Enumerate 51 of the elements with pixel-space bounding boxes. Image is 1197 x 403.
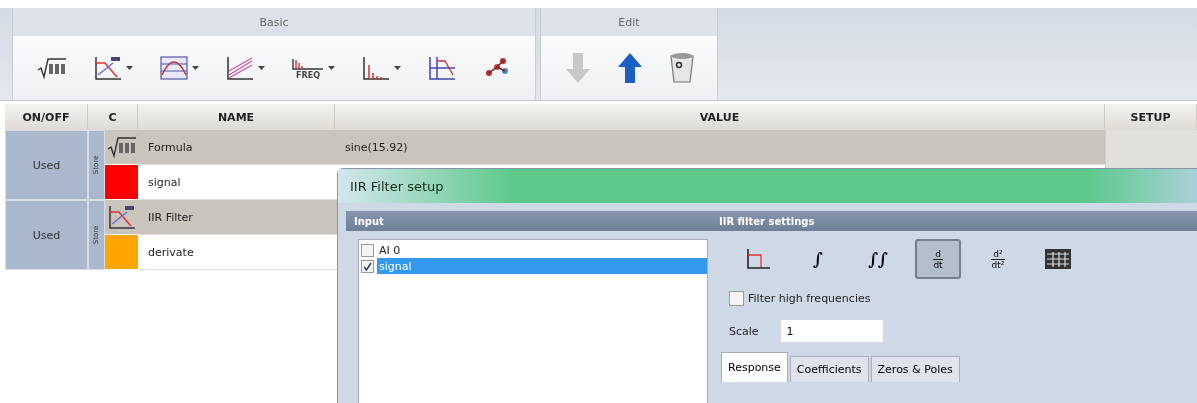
spectrum-icon (291, 56, 325, 71)
trash-icon (669, 52, 695, 84)
color-swatch[interactable] (105, 235, 138, 269)
mode-button[interactable]: d dt (915, 239, 961, 279)
checkbox[interactable] (361, 259, 374, 273)
group-label: Basic (13, 8, 535, 36)
tab[interactable]: Response (721, 352, 788, 382)
column-header: VALUE (335, 104, 1105, 130)
caret-icon (394, 66, 401, 70)
checkbox[interactable] (361, 243, 374, 257)
value-cell: sine(15.92) (335, 130, 1105, 165)
lowpass-icon (745, 247, 771, 271)
dialog-title: IIR Filter setup (338, 169, 1197, 203)
list-item[interactable]: AI 0 (377, 242, 707, 258)
toolbar-button[interactable]: FREQ (285, 52, 341, 84)
spectrum-graph-icon (361, 55, 391, 81)
up-arrow-icon (617, 51, 643, 85)
column-header: SETUP (1105, 104, 1197, 130)
mode-button[interactable]: ∫ (795, 239, 841, 279)
field-label: Scale (729, 324, 759, 338)
panel-header: Input (346, 211, 711, 231)
caret-icon (328, 66, 335, 70)
color-swatch[interactable] (105, 165, 138, 199)
mode-button[interactable]: d² dt² (975, 239, 1021, 279)
filter-graph-icon (106, 204, 137, 230)
column-header: C (88, 104, 138, 130)
name-cell: Formula (138, 130, 335, 165)
column-header: NAME (138, 104, 335, 130)
scale-field[interactable]: 1 (780, 320, 883, 342)
caret-icon (126, 66, 133, 70)
caret-icon (192, 66, 199, 70)
grid-icon (1044, 248, 1072, 270)
status-cell[interactable]: Used (5, 130, 88, 200)
square-root-icon (106, 135, 137, 159)
checkbox-label: Filter high frequencies (748, 292, 871, 305)
checkbox[interactable] (729, 291, 744, 306)
bode-graph-icon (427, 55, 457, 81)
caret-icon (258, 66, 265, 70)
name-cell: IIR Filter (138, 200, 335, 235)
down-arrow-icon (565, 51, 591, 85)
mode-button[interactable]: ∫∫ (855, 239, 901, 279)
group-label: Edit (541, 8, 717, 36)
panel-header: IIR filter settings (711, 211, 1197, 231)
filter-graph-icon (93, 55, 123, 81)
waveform-graph-icon (159, 55, 189, 81)
tab[interactable]: Coefficients (789, 356, 869, 382)
square-root-icon (37, 56, 67, 80)
column-header: ON/OFF (5, 104, 88, 130)
status-cell[interactable]: Used (5, 200, 88, 270)
tab[interactable]: Zeros & Poles (870, 356, 960, 382)
line-graph-icon (225, 55, 255, 81)
